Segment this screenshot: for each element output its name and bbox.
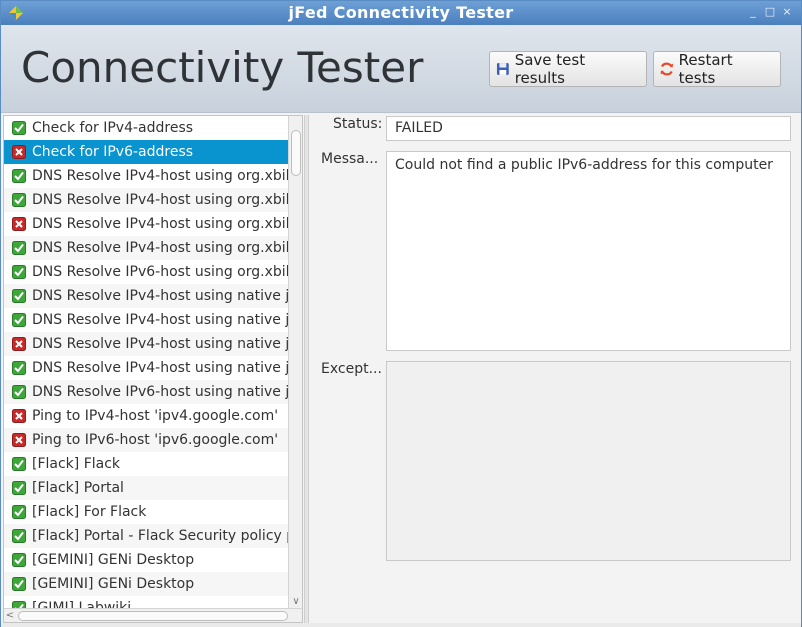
test-list-item[interactable]: DNS Resolve IPv4-host using org.xbill.D: [4, 236, 288, 260]
test-list-item-label: [GEMINI] GENi Desktop: [32, 552, 195, 568]
check-icon: [12, 241, 26, 255]
check-icon: [12, 481, 26, 495]
test-list-item[interactable]: [Flack] Flack: [4, 452, 288, 476]
check-icon: [12, 193, 26, 207]
window-title: jFed Connectivity Tester: [288, 3, 514, 22]
maximize-icon[interactable]: □: [764, 6, 776, 18]
horizontal-scroll-thumb[interactable]: [18, 611, 288, 621]
restart-tests-button[interactable]: Restart tests: [653, 51, 781, 87]
scroll-left-icon[interactable]: <: [5, 610, 15, 622]
test-list-item-label: DNS Resolve IPv6-host using org.xbill.D: [32, 264, 288, 280]
check-icon: [12, 265, 26, 279]
test-list-item-label: DNS Resolve IPv4-host using org.xbill.D: [32, 192, 288, 208]
test-list-item[interactable]: DNS Resolve IPv4-host using native jav: [4, 308, 288, 332]
error-x-icon: [12, 337, 26, 351]
status-label: Status:: [333, 116, 383, 132]
app-window: jFed Connectivity Tester _ □ × Connectiv…: [0, 0, 802, 627]
test-list-item[interactable]: Check for IPv6-address: [4, 140, 288, 164]
check-icon: [12, 361, 26, 375]
test-list-item[interactable]: Ping to IPv6-host 'ipv6.google.com': [4, 428, 288, 452]
test-list-item-label: Check for IPv6-address: [32, 144, 194, 160]
test-list-item-label: DNS Resolve IPv4-host using native jav: [32, 360, 288, 376]
test-list-item-label: [Flack] Portal - Flack Security policy p…: [32, 528, 288, 544]
test-list-item[interactable]: DNS Resolve IPv6-host using org.xbill.D: [4, 260, 288, 284]
check-icon: [12, 289, 26, 303]
page-title: Connectivity Tester: [21, 43, 424, 92]
vertical-scrollbar[interactable]: ∨: [288, 116, 302, 608]
message-label: Messa...: [321, 151, 379, 167]
check-icon: [12, 505, 26, 519]
check-icon: [12, 385, 26, 399]
check-icon: [12, 169, 26, 183]
error-x-icon: [12, 409, 26, 423]
test-list-item-label: [Flack] Portal: [32, 480, 124, 496]
test-list-item-label: [GEMINI] GENi Desktop: [32, 576, 195, 592]
test-list-item-label: DNS Resolve IPv4-host using org.xbill.D: [32, 168, 288, 184]
test-list-item[interactable]: DNS Resolve IPv4-host using org.xbill.D: [4, 164, 288, 188]
test-list-item[interactable]: [GEMINI] GENi Desktop: [4, 548, 288, 572]
check-icon: [12, 121, 26, 135]
check-icon: [12, 313, 26, 327]
test-list-item[interactable]: [GEMINI] GENi Desktop: [4, 572, 288, 596]
vertical-scroll-thumb[interactable]: [291, 130, 301, 176]
test-list-item[interactable]: [Flack] Portal - Flack Security policy p…: [4, 524, 288, 548]
test-list-item-label: DNS Resolve IPv4-host using native jav: [32, 288, 288, 304]
test-list-item-label: DNS Resolve IPv4-host using org.xbill.D: [32, 216, 288, 232]
test-list-item[interactable]: [Flack] For Flack: [4, 500, 288, 524]
exception-field[interactable]: [386, 361, 791, 561]
test-list-item-label: [Flack] Flack: [32, 456, 121, 472]
check-icon: [12, 457, 26, 471]
test-list-item[interactable]: DNS Resolve IPv4-host using org.xbill.D: [4, 212, 288, 236]
test-list-item-label: DNS Resolve IPv6-host using native jav: [32, 384, 288, 400]
test-list-item[interactable]: [Flack] Portal: [4, 476, 288, 500]
test-list-item-label: Ping to IPv6-host 'ipv6.google.com': [32, 432, 279, 448]
save-icon: [496, 63, 509, 75]
save-results-label: Save test results: [514, 51, 586, 87]
test-list[interactable]: Check for IPv4-address Check for IPv6-add…: [3, 115, 303, 623]
title-bar[interactable]: jFed Connectivity Tester _ □ ×: [1, 1, 801, 25]
horizontal-scrollbar[interactable]: <: [4, 608, 302, 622]
test-list-item[interactable]: DNS Resolve IPv6-host using native jav: [4, 380, 288, 404]
header: Connectivity Tester Save test results Re…: [1, 25, 801, 113]
test-list-item-label: [Flack] For Flack: [32, 504, 147, 520]
test-list-item[interactable]: Check for IPv4-address: [4, 116, 288, 140]
scroll-down-icon[interactable]: ∨: [291, 596, 301, 608]
test-list-item-label: DNS Resolve IPv4-host using native jav: [32, 336, 288, 352]
test-list-item[interactable]: Ping to IPv4-host 'ipv4.google.com': [4, 404, 288, 428]
refresh-icon: [660, 62, 674, 76]
close-icon[interactable]: ×: [781, 6, 793, 18]
check-icon: [12, 553, 26, 567]
test-list-item[interactable]: DNS Resolve IPv4-host using native jav: [4, 356, 288, 380]
check-icon: [12, 577, 26, 591]
minimize-icon[interactable]: _: [747, 6, 759, 18]
message-field[interactable]: Could not find a public IPv6-address for…: [386, 151, 791, 351]
error-x-icon: [12, 217, 26, 231]
test-list-item-label: DNS Resolve IPv4-host using native jav: [32, 312, 288, 328]
restart-tests-label: Restart tests: [678, 51, 733, 87]
test-list-item[interactable]: DNS Resolve IPv4-host using native jav: [4, 332, 288, 356]
status-field[interactable]: FAILED: [386, 116, 791, 141]
split-pane-divider[interactable]: [304, 115, 309, 623]
window-bottom-edge: [1, 623, 801, 627]
test-list-item-label: Check for IPv4-address: [32, 120, 194, 136]
save-results-button[interactable]: Save test results: [489, 51, 647, 87]
test-list-item[interactable]: DNS Resolve IPv4-host using native jav: [4, 284, 288, 308]
test-list-item-label: Ping to IPv4-host 'ipv4.google.com': [32, 408, 279, 424]
error-x-icon: [12, 433, 26, 447]
exception-label: Except...: [321, 361, 381, 377]
test-list-item[interactable]: DNS Resolve IPv4-host using org.xbill.D: [4, 188, 288, 212]
check-icon: [12, 529, 26, 543]
error-x-icon: [12, 145, 26, 159]
test-list-item-label: DNS Resolve IPv4-host using org.xbill.D: [32, 240, 288, 256]
